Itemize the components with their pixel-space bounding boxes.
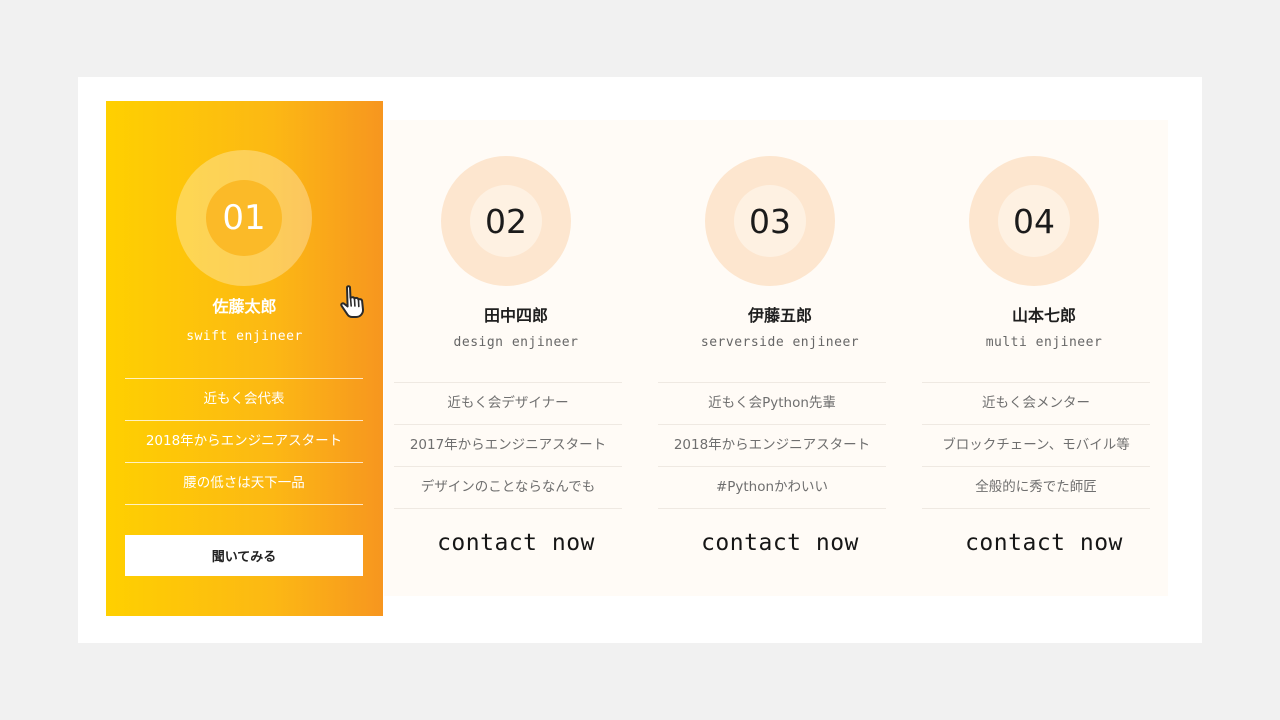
number-badge-ring: 03 (705, 156, 835, 286)
contact-now-link[interactable]: contact now (648, 530, 912, 556)
feature-item: ブロックチェーン、モバイル等 (922, 425, 1150, 467)
feature-item: デザインのことならなんでも (394, 467, 622, 509)
profile-card-yamamoto[interactable]: 04 山本七郎 multi enjineer 近もく会メンター ブロックチェーン… (912, 120, 1176, 596)
feature-item: 腰の低さは天下一品 (125, 463, 363, 505)
ask-button[interactable]: 聞いてみる (125, 535, 363, 576)
feature-item: 近もく会代表 (125, 379, 363, 421)
profile-card-ito[interactable]: 03 伊藤五郎 serverside enjineer 近もく会Python先輩… (648, 120, 912, 596)
feature-item: 2018年からエンジニアスタート (658, 425, 886, 467)
contact-now-link[interactable]: contact now (912, 530, 1176, 556)
feature-item: 近もく会メンター (922, 383, 1150, 425)
feature-list: 近もく会デザイナー 2017年からエンジニアスタート デザインのことならなんでも (394, 382, 622, 509)
feature-item: 全般的に秀でた師匠 (922, 467, 1150, 509)
number-badge-ring: 02 (441, 156, 571, 286)
card-number: 03 (734, 185, 806, 257)
card-number: 01 (206, 180, 282, 256)
card-name: 田中四郎 (483, 306, 548, 325)
feature-item: 近もく会Python先輩 (658, 383, 886, 425)
hand-pointer-icon (340, 285, 365, 318)
card-name: 山本七郎 (1011, 306, 1076, 325)
number-badge-ring: 04 (969, 156, 1099, 286)
card-role: multi enjineer (985, 335, 1103, 350)
card-number: 04 (998, 185, 1070, 257)
profile-card-tanaka[interactable]: 02 田中四郎 design enjineer 近もく会デザイナー 2017年か… (384, 120, 648, 596)
feature-list: 近もく会Python先輩 2018年からエンジニアスタート #Pythonかわい… (658, 382, 886, 509)
card-number: 02 (470, 185, 542, 257)
card-role: serverside enjineer (700, 335, 860, 350)
card-role: design enjineer (453, 335, 579, 350)
feature-list: 近もく会代表 2018年からエンジニアスタート 腰の低さは天下一品 (125, 378, 363, 505)
feature-item: 2018年からエンジニアスタート (125, 421, 363, 463)
number-badge-ring: 01 (176, 150, 312, 286)
profile-card-sato[interactable]: 01 佐藤太郎 swift enjineer 近もく会代表 2018年からエンジ… (106, 101, 383, 616)
feature-item: #Pythonかわいい (658, 467, 886, 509)
contact-now-link[interactable]: contact now (384, 530, 648, 556)
feature-item: 2017年からエンジニアスタート (394, 425, 622, 467)
card-role: swift enjineer (186, 329, 303, 344)
feature-item: 近もく会デザイナー (394, 383, 622, 425)
feature-list: 近もく会メンター ブロックチェーン、モバイル等 全般的に秀でた師匠 (922, 382, 1150, 509)
card-name: 伊藤五郎 (747, 306, 812, 325)
